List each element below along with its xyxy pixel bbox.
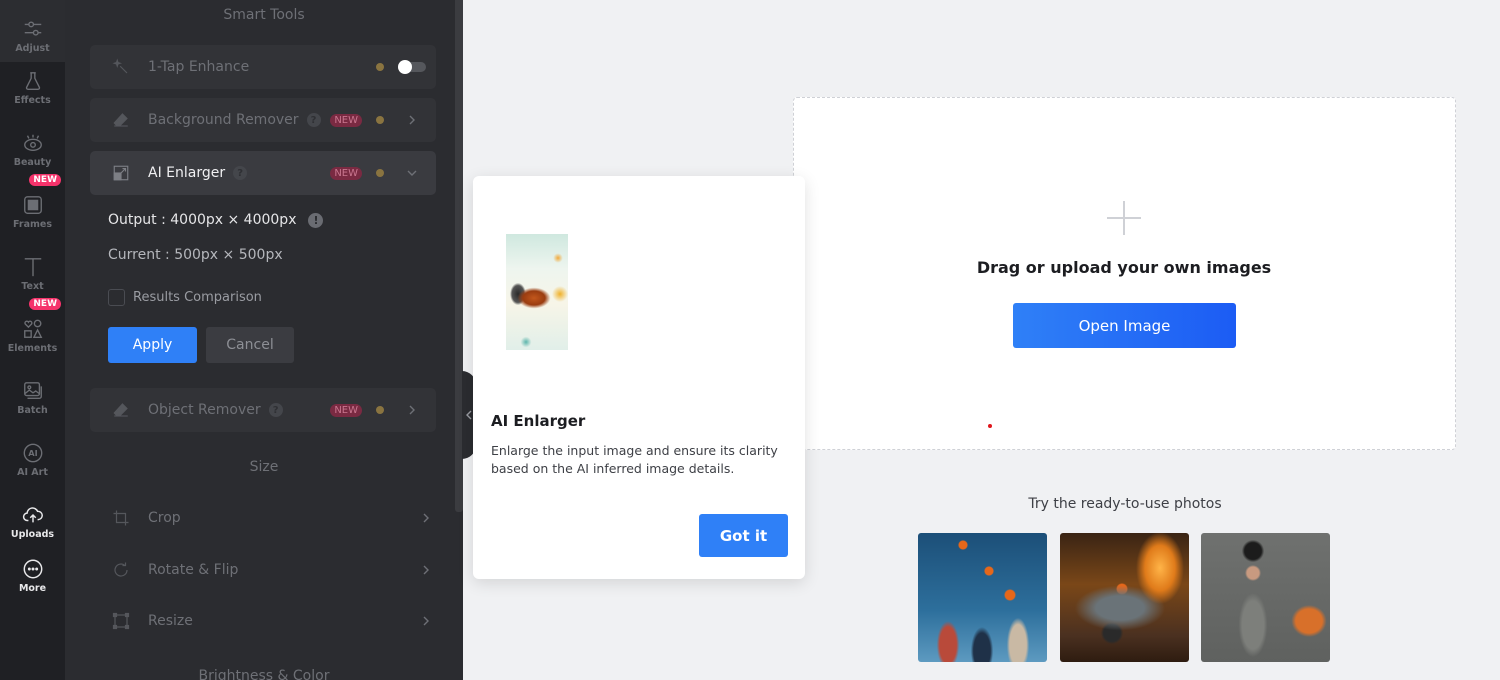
text-icon [24, 258, 41, 277]
chevron-right-icon [409, 115, 415, 125]
enlarge-icon [113, 165, 129, 181]
tools-panel: Smart Tools 1-Tap Enhance Background Rem… [65, 0, 463, 680]
flask-icon [25, 72, 40, 90]
new-badge: NEW [330, 403, 362, 417]
rail-item-uploads[interactable]: Uploads [0, 486, 65, 548]
rail-label: Uploads [10, 529, 55, 540]
current-size: Current : 500px × 500px [108, 247, 283, 263]
output-size-text: Output : 4000px × 4000px [108, 212, 297, 228]
magic-wand-icon [112, 58, 128, 74]
rail-label: Frames [13, 219, 52, 230]
tool-label: Crop [148, 510, 181, 526]
rail-label: Text [21, 281, 44, 292]
pumpkin-toss-photo[interactable] [918, 533, 1047, 662]
eraser-icon [113, 403, 128, 417]
results-comparison-checkbox[interactable] [108, 289, 125, 306]
crop-icon [113, 510, 129, 526]
upload-dropzone[interactable]: Drag or upload your own images Open Imag… [793, 97, 1456, 450]
new-badge: NEW [330, 113, 362, 127]
ai-enlarger-popover: AI Enlarger Enlarge the input image and … [473, 176, 805, 579]
tool-1-tap-enhance[interactable]: 1-Tap Enhance [90, 45, 436, 89]
more-icon [23, 559, 42, 579]
butterfly-preview-image [506, 234, 568, 350]
halloween-truck-photo[interactable] [1060, 533, 1189, 662]
images-icon [23, 382, 42, 400]
rail-label: More [18, 583, 47, 594]
info-icon[interactable]: ! [308, 212, 324, 228]
got-it-button[interactable]: Got it [699, 514, 788, 557]
status-dot [376, 406, 384, 414]
chevron-right-icon [423, 513, 429, 523]
popover-description: Enlarge the input image and ensure its c… [491, 443, 778, 476]
section-title-brightness: Brightness & Color [198, 668, 330, 680]
plus-icon [1107, 201, 1141, 235]
new-badge: NEW [29, 174, 61, 186]
output-size: Output : 4000px × 4000px! [108, 212, 324, 228]
tool-background-remover[interactable]: Background Remover ? NEW [90, 98, 436, 142]
tool-ai-enlarger[interactable]: AI Enlarger ? NEW [90, 151, 436, 195]
resize-icon [112, 612, 130, 630]
section-title-size: Size [249, 459, 279, 475]
tool-label: Resize [148, 613, 193, 629]
eye-icon [23, 134, 42, 152]
cloud-upload-icon [22, 507, 43, 523]
new-badge: NEW [29, 298, 61, 310]
rail-label: AI Art [17, 467, 48, 478]
results-comparison-label: Results Comparison [133, 290, 262, 305]
status-dot [376, 63, 384, 71]
cancel-button[interactable]: Cancel [206, 327, 294, 363]
rotate-icon [114, 562, 128, 577]
rail-item-batch[interactable]: Batch [0, 362, 65, 424]
enhance-toggle[interactable] [398, 60, 426, 74]
section-title-smart-tools: Smart Tools [223, 7, 305, 23]
rail-item-elements[interactable]: NEW Elements [0, 298, 65, 362]
help-icon[interactable]: ? [306, 113, 321, 127]
rail-item-more[interactable]: More [0, 540, 65, 602]
open-image-button[interactable]: Open Image [1013, 303, 1236, 348]
tool-rotate-flip[interactable]: Rotate & Flip [112, 558, 432, 582]
ai-icon: AI [23, 443, 42, 463]
cursor-dot [988, 424, 992, 428]
rail-label: Elements [7, 343, 58, 354]
rail-label: Batch [17, 405, 48, 416]
chevron-right-icon [423, 616, 429, 626]
popover-title: AI Enlarger [491, 412, 586, 430]
apply-button[interactable]: Apply [108, 327, 197, 363]
svg-text:AI: AI [28, 448, 37, 458]
tool-resize[interactable]: Resize [112, 609, 432, 633]
chevron-down-icon [407, 170, 417, 176]
tool-object-remover[interactable]: Object Remover ? NEW [90, 388, 436, 432]
tool-label: 1-Tap Enhance [148, 59, 250, 75]
help-icon[interactable]: ? [233, 166, 248, 180]
new-badge: NEW [330, 166, 362, 180]
tool-label: Object Remover [148, 402, 261, 418]
rail-item-beauty[interactable]: Beauty [0, 114, 65, 176]
shapes-icon [23, 319, 42, 338]
rail-label: Beauty [13, 157, 52, 168]
witch-girl-photo[interactable] [1201, 533, 1330, 662]
chevron-right-icon [409, 405, 415, 415]
rail-item-text[interactable]: Text [0, 238, 65, 300]
tool-label: AI Enlarger [148, 165, 226, 181]
status-dot [376, 169, 384, 177]
rail-item-effects[interactable]: Effects [0, 52, 65, 114]
sliders-icon [24, 21, 41, 36]
tool-crop[interactable]: Crop [112, 506, 432, 530]
dropzone-title: Drag or upload your own images [976, 258, 1272, 277]
help-icon[interactable]: ? [268, 403, 283, 417]
chevron-left-icon [466, 410, 472, 420]
tool-label: Rotate & Flip [148, 562, 239, 578]
chevron-right-icon [423, 565, 429, 575]
sample-photos-title: Try the ready-to-use photos [1028, 496, 1222, 512]
rail-item-frames[interactable]: NEW Frames [0, 174, 65, 238]
rail-item-ai-art[interactable]: AI AI Art [0, 424, 65, 486]
frame-icon [23, 196, 42, 214]
left-nav-rail: Adjust Effects Beauty NEW Frames Text NE… [0, 0, 65, 680]
rail-label: Effects [14, 95, 51, 106]
tool-label: Background Remover [148, 112, 299, 128]
eraser-icon [113, 113, 128, 127]
status-dot [376, 116, 384, 124]
